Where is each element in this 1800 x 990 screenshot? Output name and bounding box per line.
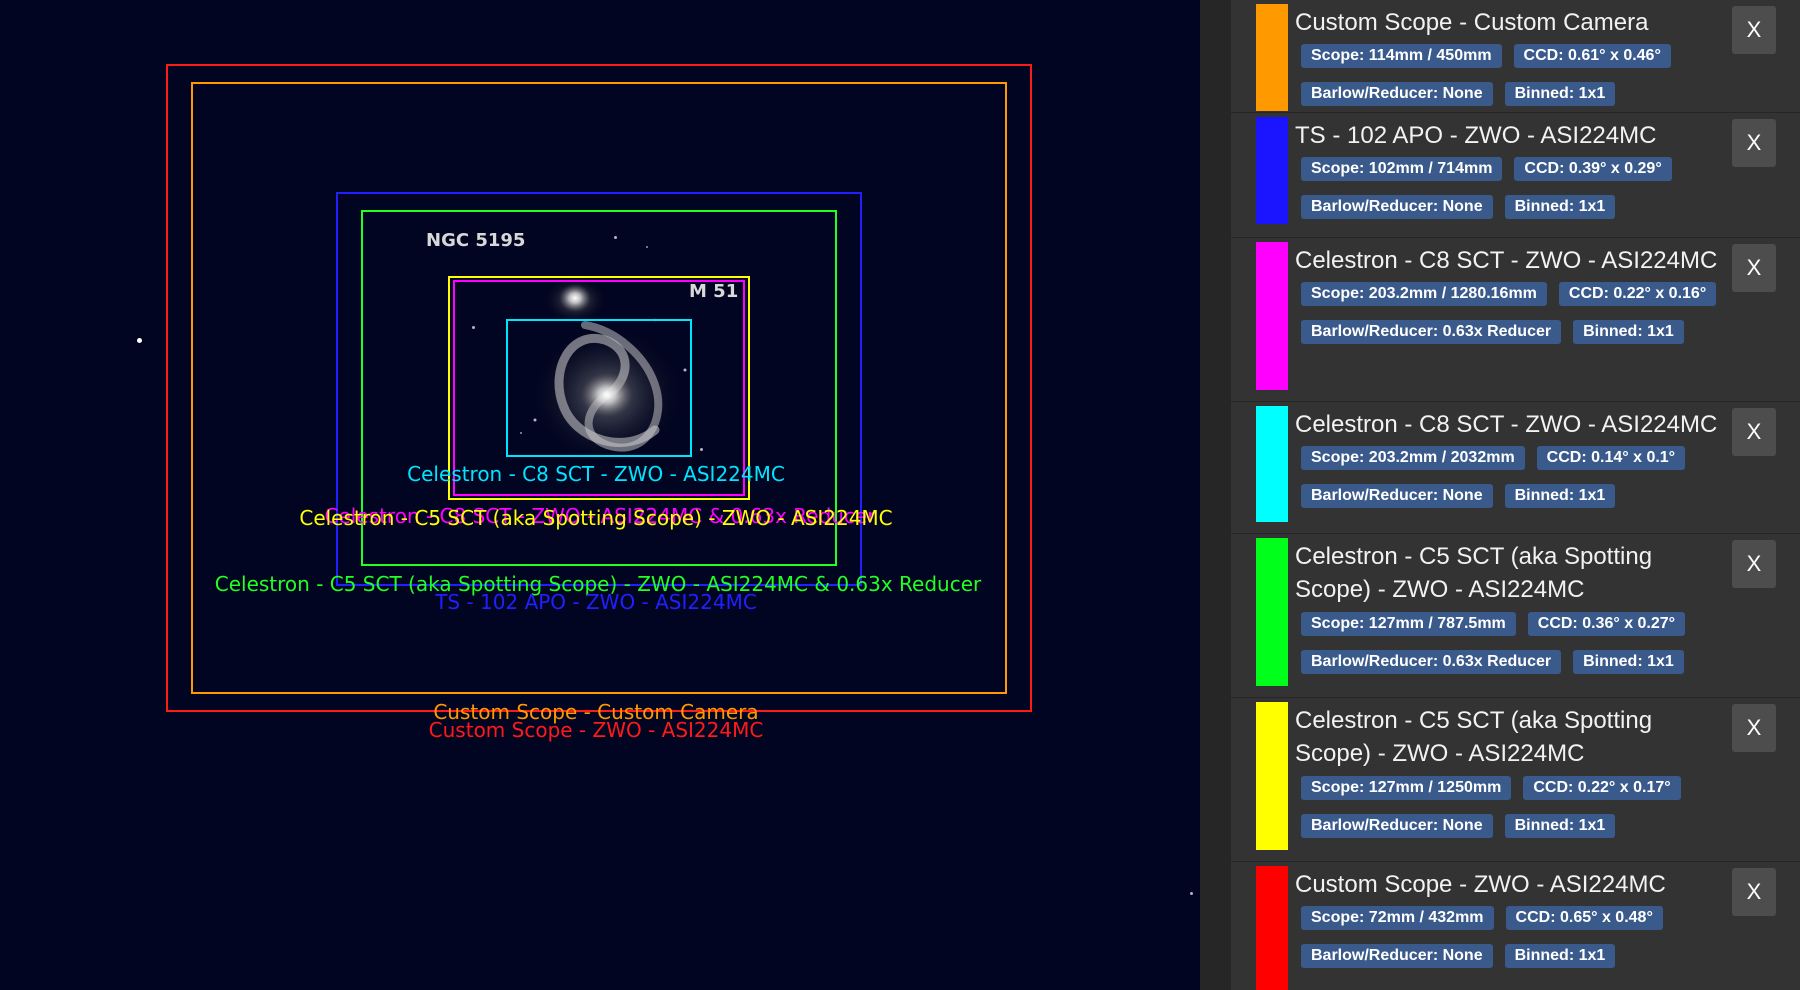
scope-badge: Scope: 203.2mm / 2032mm [1301, 446, 1525, 470]
equipment-card: Custom Scope - ZWO - ASI224MC X Scope: 7… [1231, 862, 1800, 990]
color-swatch [1256, 702, 1288, 850]
card-title: Celestron - C8 SCT - ZWO - ASI224MC [1295, 247, 1718, 274]
fov-rect-c8 [506, 319, 692, 457]
binned-badge: Binned: 1x1 [1573, 650, 1684, 674]
binned-badge: Binned: 1x1 [1504, 195, 1616, 219]
scope-badge: Scope: 203.2mm / 1280.16mm [1301, 282, 1547, 306]
ccd-badge: CCD: 0.22° x 0.17° [1523, 776, 1681, 800]
fov-label-ts102: TS - 102 APO - ZWO - ASI224MC [435, 590, 757, 614]
sky-chart-view[interactable]: NGC 5195 M 51 Celestron - C8 SCT - ZWO -… [0, 0, 1200, 990]
barlow-badge: Barlow/Reducer: None [1301, 484, 1493, 508]
badge-group: Scope: 203.2mm / 2032mm CCD: 0.14° x 0.1… [1301, 446, 1741, 508]
scope-badge: Scope: 102mm / 714mm [1301, 157, 1503, 181]
card-title: Celestron - C5 SCT (aka Spotting Scope) … [1295, 543, 1653, 603]
equipment-card: Custom Scope - Custom Camera X Scope: 11… [1231, 0, 1800, 113]
ccd-badge: CCD: 0.36° x 0.27° [1527, 612, 1686, 636]
card-title: TS - 102 APO - ZWO - ASI224MC [1295, 122, 1657, 149]
binned-badge: Binned: 1x1 [1504, 484, 1616, 508]
barlow-badge: Barlow/Reducer: None [1301, 82, 1493, 106]
color-swatch [1256, 117, 1288, 224]
binned-badge: Binned: 1x1 [1504, 82, 1616, 106]
ccd-badge: CCD: 0.14° x 0.1° [1536, 446, 1686, 470]
equipment-list-panel[interactable]: Custom Scope - Custom Camera X Scope: 11… [1231, 0, 1800, 990]
badge-group: Scope: 114mm / 450mm CCD: 0.61° x 0.46° … [1301, 44, 1741, 106]
panel-divider [1200, 0, 1231, 990]
card-title: Celestron - C8 SCT - ZWO - ASI224MC [1295, 411, 1718, 438]
barlow-badge: Barlow/Reducer: None [1301, 195, 1493, 219]
barlow-badge: Barlow/Reducer: 0.63x Reducer [1301, 320, 1562, 344]
color-swatch [1256, 242, 1288, 390]
badge-group: Scope: 72mm / 432mm CCD: 0.65° x 0.48° B… [1301, 906, 1741, 968]
remove-button[interactable]: X [1732, 704, 1776, 752]
ccd-badge: CCD: 0.65° x 0.48° [1505, 906, 1663, 930]
color-swatch [1256, 538, 1288, 686]
badge-group: Scope: 127mm / 1250mm CCD: 0.22° x 0.17°… [1301, 776, 1741, 838]
scope-badge: Scope: 127mm / 1250mm [1301, 776, 1512, 800]
card-title: Custom Scope - ZWO - ASI224MC [1295, 871, 1666, 898]
scope-badge: Scope: 127mm / 787.5mm [1301, 612, 1516, 636]
badge-group: Scope: 127mm / 787.5mm CCD: 0.36° x 0.27… [1301, 612, 1741, 674]
binned-badge: Binned: 1x1 [1573, 320, 1684, 344]
fov-label-c8: Celestron - C8 SCT - ZWO - ASI224MC [407, 462, 785, 486]
badge-group: Scope: 203.2mm / 1280.16mm CCD: 0.22° x … [1301, 282, 1751, 344]
ccd-badge: CCD: 0.39° x 0.29° [1514, 157, 1672, 181]
equipment-card: Celestron - C8 SCT - ZWO - ASI224MC X Sc… [1231, 238, 1800, 402]
equipment-card: Celestron - C5 SCT (aka Spotting Scope) … [1231, 698, 1800, 862]
barlow-badge: Barlow/Reducer: None [1301, 814, 1493, 838]
barlow-badge: Barlow/Reducer: None [1301, 944, 1493, 968]
star [1190, 892, 1193, 895]
barlow-badge: Barlow/Reducer: 0.63x Reducer [1301, 650, 1562, 674]
card-title: Custom Scope - Custom Camera [1295, 9, 1649, 36]
ccd-badge: CCD: 0.22° x 0.16° [1558, 282, 1717, 306]
equipment-card: Celestron - C8 SCT - ZWO - ASI224MC X Sc… [1231, 402, 1800, 534]
binned-badge: Binned: 1x1 [1504, 944, 1616, 968]
color-swatch [1256, 406, 1288, 522]
fov-label-c5: Celestron - C5 SCT (aka Spotting Scope) … [299, 506, 893, 530]
scope-badge: Scope: 72mm / 432mm [1301, 906, 1494, 930]
star [137, 338, 142, 343]
fov-label-custom-zwo: Custom Scope - ZWO - ASI224MC [428, 718, 764, 742]
color-swatch [1256, 4, 1288, 111]
color-swatch [1256, 866, 1288, 990]
equipment-card: TS - 102 APO - ZWO - ASI224MC X Scope: 1… [1231, 113, 1800, 238]
card-title: Celestron - C5 SCT (aka Spotting Scope) … [1295, 707, 1653, 767]
badge-group: Scope: 102mm / 714mm CCD: 0.39° x 0.29° … [1301, 157, 1741, 219]
ccd-badge: CCD: 0.61° x 0.46° [1513, 44, 1671, 68]
scope-badge: Scope: 114mm / 450mm [1301, 44, 1502, 68]
binned-badge: Binned: 1x1 [1504, 814, 1616, 838]
equipment-card: Celestron - C5 SCT (aka Spotting Scope) … [1231, 534, 1800, 698]
remove-button[interactable]: X [1732, 540, 1776, 588]
